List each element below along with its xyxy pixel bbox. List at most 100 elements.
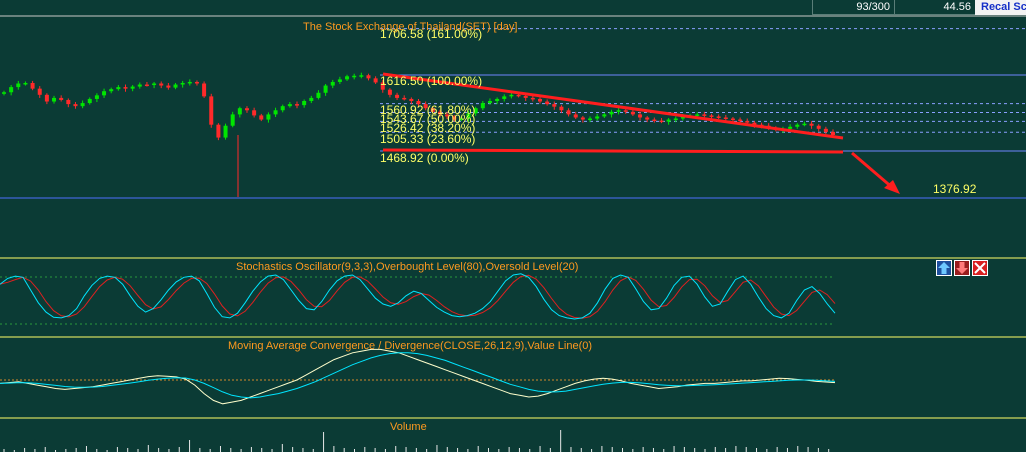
- candle-body: [823, 128, 828, 132]
- candle-body: [337, 79, 342, 82]
- candle-body: [716, 116, 721, 118]
- candle-body: [652, 119, 657, 122]
- candle-body: [87, 98, 92, 104]
- candle-body: [709, 115, 714, 117]
- candle-body: [9, 87, 14, 93]
- candle-body: [59, 97, 64, 100]
- candle-body: [409, 98, 414, 102]
- candle-body: [609, 111, 614, 115]
- candle-body: [187, 81, 192, 84]
- candle-body: [516, 94, 521, 97]
- candle-body: [23, 82, 28, 85]
- candle-body: [316, 92, 321, 98]
- close-icon: [974, 262, 986, 274]
- candle-body: [102, 91, 107, 96]
- candle-body: [216, 124, 221, 138]
- candle-body: [566, 110, 571, 115]
- candle-body: [202, 83, 207, 97]
- candle-body: [509, 94, 514, 97]
- candle-body: [545, 101, 550, 105]
- candle-body: [130, 86, 135, 89]
- fib-label: 1706.58 (161.00%): [380, 27, 482, 41]
- candle-body: [16, 83, 21, 88]
- candle-body: [395, 94, 400, 98]
- candle-body: [602, 114, 607, 117]
- candle-body: [173, 84, 178, 88]
- candle-body: [402, 97, 407, 100]
- candle-body: [80, 103, 85, 107]
- candle-body: [530, 97, 535, 100]
- candle-body: [630, 111, 635, 115]
- fib-label: 1505.33 (23.60%): [380, 132, 475, 146]
- stoch-panel-title: Stochastics Oscillator(9,3,3),Overbought…: [236, 261, 578, 273]
- candle-body: [552, 104, 557, 107]
- target-value-label: 1376.92: [933, 182, 977, 196]
- candle-body: [723, 117, 728, 119]
- candle-body: [116, 87, 121, 90]
- candle-body: [30, 82, 35, 89]
- candle-body: [573, 114, 578, 118]
- price-cell: 44.56: [894, 0, 975, 15]
- candle-body: [373, 78, 378, 83]
- candle-body: [523, 95, 528, 98]
- ratio-cell: 93/300: [812, 0, 894, 15]
- move-down-button[interactable]: [954, 260, 970, 276]
- candle-body: [588, 118, 593, 121]
- candle-body: [44, 94, 49, 102]
- candle-body: [230, 114, 235, 126]
- candle-body: [109, 89, 114, 92]
- candle-body: [166, 85, 171, 88]
- candle-body: [52, 97, 57, 102]
- candle-body: [345, 76, 350, 80]
- candle-body: [387, 89, 392, 95]
- candle-body: [738, 119, 743, 122]
- candle-body: [616, 110, 621, 112]
- candle-body: [273, 110, 278, 115]
- candle-body: [702, 114, 707, 116]
- candle-body: [309, 97, 314, 102]
- candle-body: [209, 96, 214, 125]
- candle-body: [223, 125, 228, 138]
- candle-body: [695, 114, 700, 116]
- candle-body: [495, 98, 500, 102]
- candle-body: [123, 87, 128, 89]
- candle-body: [623, 110, 628, 112]
- candle-body: [144, 84, 149, 87]
- candle-body: [659, 120, 664, 123]
- candle-body: [537, 98, 542, 102]
- candle-body: [487, 101, 492, 104]
- volume-panel-title: Volume: [390, 421, 427, 433]
- macd-panel-title: Moving Average Convergence / Divergence(…: [228, 340, 592, 352]
- candle-body: [280, 106, 285, 111]
- candle-body: [730, 118, 735, 121]
- candle-body: [194, 81, 199, 84]
- candle-body: [2, 92, 6, 94]
- candle-body: [287, 104, 292, 107]
- move-up-button[interactable]: [936, 260, 952, 276]
- candle-body: [816, 125, 821, 129]
- candle-body: [366, 75, 371, 79]
- candle-body: [788, 126, 793, 129]
- candle-body: [94, 95, 99, 99]
- candle-body: [302, 101, 307, 106]
- candle-body: [37, 88, 42, 95]
- candle-body: [480, 103, 485, 109]
- chart-canvas: The Stock Exchange of Thailand(SET) [day…: [0, 0, 1026, 452]
- close-panel-button[interactable]: [972, 260, 988, 276]
- arrow-down-icon: [956, 262, 968, 274]
- candle-body: [502, 96, 507, 99]
- candle-body: [152, 83, 157, 86]
- candle-body: [595, 116, 600, 119]
- candle-body: [180, 82, 185, 85]
- candle-body: [244, 108, 249, 111]
- candle-body: [673, 118, 678, 121]
- candle-body: [352, 75, 357, 78]
- candle-body: [323, 85, 328, 93]
- candle-body: [266, 114, 271, 120]
- candle-body: [831, 131, 835, 135]
- candle-body: [66, 99, 71, 105]
- candle-body: [259, 115, 264, 120]
- candle-body: [330, 81, 335, 86]
- recalc-button[interactable]: Recal Sc: [975, 0, 1026, 15]
- candle-body: [137, 84, 142, 87]
